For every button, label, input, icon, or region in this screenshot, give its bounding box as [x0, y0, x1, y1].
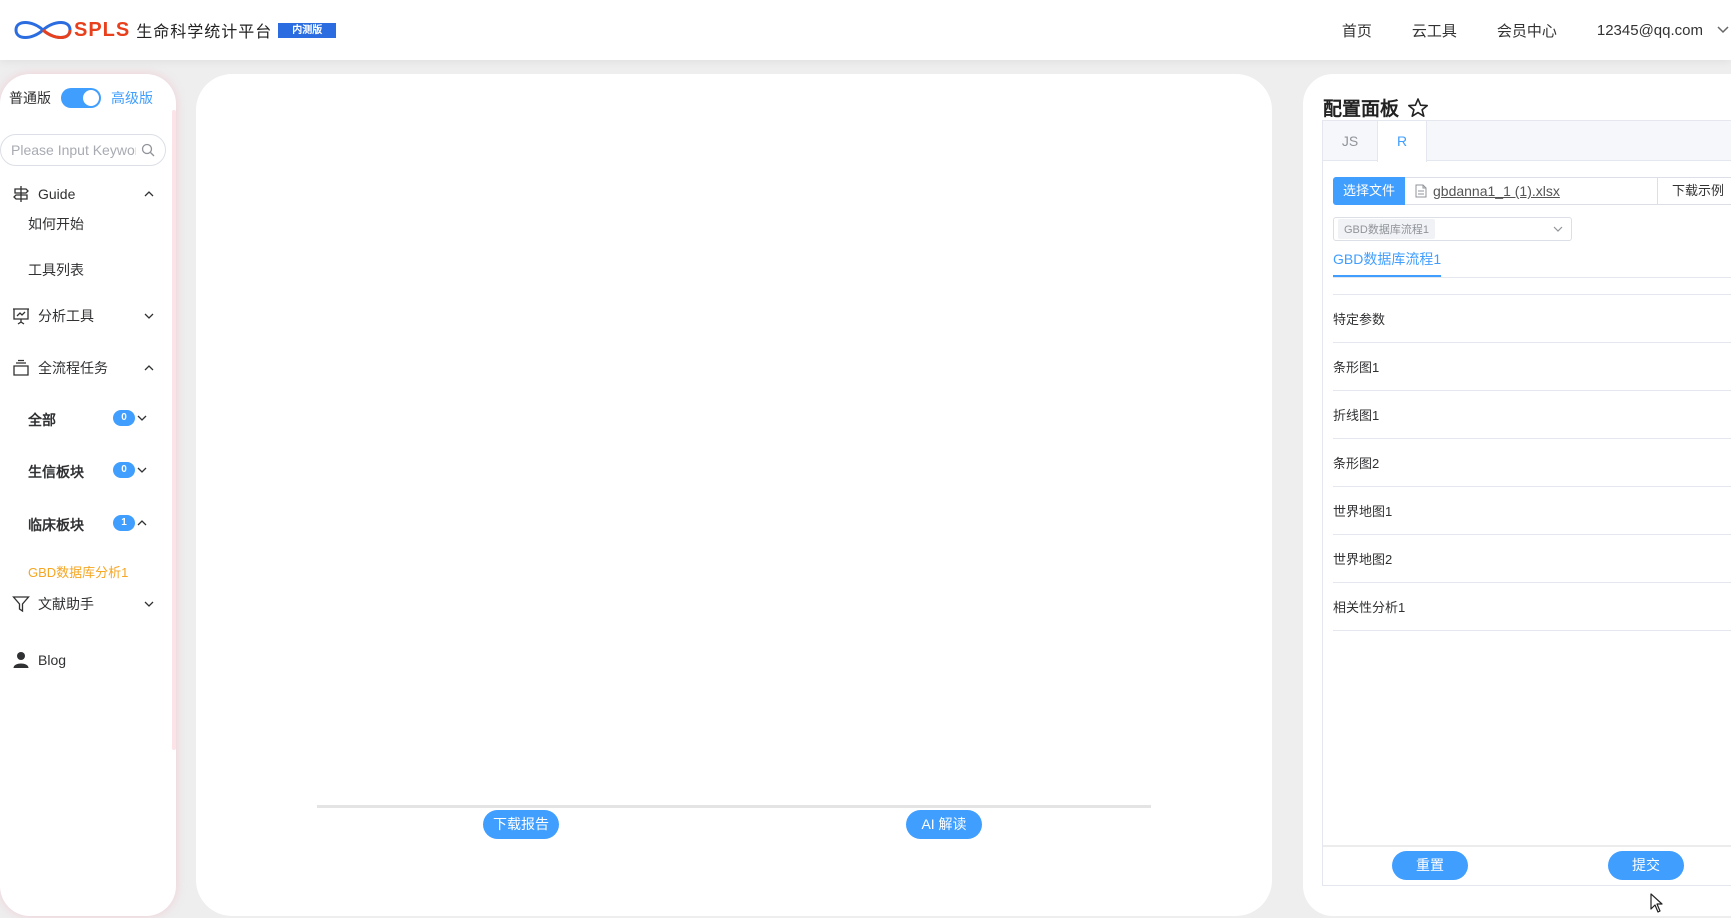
- sidebar-item-how-to-start[interactable]: 如何开始: [28, 214, 84, 234]
- footer-divider: [1323, 845, 1731, 847]
- active-tab-indicator: [1333, 275, 1441, 277]
- chevron-down-icon: [144, 601, 154, 607]
- chevron-down-icon: [1717, 26, 1729, 34]
- file-name-text: gbdanna1_1 (1).xlsx: [1433, 183, 1560, 199]
- workflow-select[interactable]: GBD数据库流程1: [1333, 217, 1572, 241]
- sidebar-scroll-edge: [172, 110, 176, 750]
- logo-platform-name: 生命科学统计平台: [136, 22, 273, 41]
- language-tabs: JS R: [1323, 121, 1731, 162]
- workflow-select-tag: GBD数据库流程1: [1338, 219, 1435, 239]
- chevron-down-icon: [144, 313, 154, 319]
- section-label: 特定参数: [1333, 312, 1386, 327]
- tab-r[interactable]: R: [1377, 121, 1427, 162]
- menu-blog[interactable]: Blog: [0, 640, 166, 680]
- chevron-up-icon: [137, 520, 147, 526]
- version-toggle-switch[interactable]: [61, 88, 101, 108]
- mode-basic-label[interactable]: 普通版: [9, 88, 51, 108]
- logo-spls-text: SPLS: [74, 18, 131, 41]
- nav-member-center[interactable]: 会员中心: [1497, 20, 1557, 41]
- result-divider: [317, 805, 1151, 808]
- section-line-chart-1[interactable]: 折线图1: [1333, 391, 1731, 439]
- tab-workflow[interactable]: GBD数据库流程1: [1333, 249, 1441, 269]
- chevron-down-icon: [137, 467, 147, 473]
- section-specific-params[interactable]: 特定参数: [1333, 295, 1731, 343]
- sidebar-item-tool-list[interactable]: 工具列表: [28, 260, 84, 280]
- top-nav: 首页 云工具 会员中心 12345@qq.com: [1342, 0, 1731, 60]
- mode-advanced-label[interactable]: 高级版: [111, 88, 153, 108]
- star-icon[interactable]: [1407, 97, 1429, 119]
- menu-workflow-label: 全流程任务: [38, 360, 108, 376]
- section-label: 条形图2: [1333, 456, 1380, 471]
- menu-guide[interactable]: Guide: [0, 174, 166, 214]
- tab-js[interactable]: JS: [1323, 121, 1377, 161]
- tab-divider: [1333, 277, 1731, 278]
- user-email: 12345@qq.com: [1596, 21, 1703, 39]
- ai-interpret-button[interactable]: AI 解读: [906, 810, 982, 839]
- workflow-group-clinical[interactable]: 临床板块: [28, 515, 84, 535]
- config-panel: 配置面板 JS R 选择文件 gbdanna1_1 (1).xlsx 下载示例 …: [1303, 74, 1731, 916]
- presentation-chart-icon: [13, 308, 29, 325]
- menu-literature-assistant[interactable]: 文献助手: [0, 584, 166, 624]
- file-upload-row: 选择文件 gbdanna1_1 (1).xlsx 下载示例: [1333, 177, 1731, 205]
- section-correlation-1[interactable]: 相关性分析1: [1333, 583, 1731, 631]
- reset-button[interactable]: 重置: [1392, 851, 1468, 880]
- infinity-logo-icon: [14, 21, 72, 39]
- logo[interactable]: SPLS 生命科学统计平台 内测版: [12, 14, 337, 46]
- chevron-down-icon: [137, 415, 147, 421]
- menu-literature-label: 文献助手: [38, 596, 94, 612]
- config-panel-title: 配置面板: [1323, 94, 1429, 121]
- sidebar: 普通版 高级版 Guide 如何开始 工具列表 分析工具 全流程任务 全部 0 …: [0, 74, 176, 916]
- chevron-up-icon: [144, 191, 154, 197]
- filter-icon: [12, 596, 30, 613]
- menu-analysis-tools[interactable]: 分析工具: [0, 296, 166, 336]
- config-box: JS R 选择文件 gbdanna1_1 (1).xlsx 下载示例 GBD数据…: [1322, 120, 1731, 886]
- count-badge: 0: [113, 462, 135, 478]
- choose-file-button[interactable]: 选择文件: [1333, 177, 1405, 205]
- menu-workflow-tasks[interactable]: 全流程任务: [0, 348, 166, 388]
- chevron-down-icon: [1553, 226, 1563, 232]
- search-input[interactable]: [11, 142, 136, 158]
- nav-home[interactable]: 首页: [1342, 20, 1372, 41]
- section-label: 相关性分析1: [1333, 600, 1406, 615]
- signpost-icon: [13, 186, 29, 202]
- document-icon: [1415, 184, 1427, 198]
- layers-icon: [13, 359, 29, 376]
- beta-badge: 内测版: [278, 22, 337, 38]
- chevron-up-icon: [144, 365, 154, 371]
- section-label: 条形图1: [1333, 360, 1380, 375]
- section-bar-chart-1[interactable]: 条形图1: [1333, 343, 1731, 391]
- config-sections: 特定参数 条形图1 折线图1 条形图2 世界地图1 世界地图2 相关性分析1: [1333, 294, 1731, 631]
- count-badge: 1: [113, 515, 135, 531]
- section-bar-chart-2[interactable]: 条形图2: [1333, 439, 1731, 487]
- result-panel: 下载报告 AI 解读: [196, 74, 1272, 916]
- section-world-map-2[interactable]: 世界地图2: [1333, 535, 1731, 583]
- download-report-button[interactable]: 下载报告: [483, 810, 559, 839]
- config-title-text: 配置面板: [1323, 99, 1400, 120]
- sidebar-item-gbd-analysis[interactable]: GBD数据库分析1: [28, 562, 128, 581]
- section-label: 折线图1: [1333, 408, 1380, 423]
- download-example-button[interactable]: 下载示例: [1658, 177, 1731, 205]
- menu-guide-label: Guide: [38, 186, 76, 202]
- submit-button[interactable]: 提交: [1608, 851, 1684, 880]
- menu-blog-label: Blog: [38, 652, 67, 668]
- section-label: 世界地图2: [1333, 552, 1393, 567]
- user-menu[interactable]: 12345@qq.com: [1597, 22, 1729, 39]
- search-icon[interactable]: [141, 143, 155, 157]
- uploaded-file[interactable]: gbdanna1_1 (1).xlsx: [1405, 177, 1658, 205]
- mouse-cursor-icon: [1650, 893, 1663, 913]
- workflow-group-bioinfo[interactable]: 生信板块: [28, 462, 84, 482]
- section-world-map-1[interactable]: 世界地图1: [1333, 487, 1731, 535]
- section-label: 世界地图1: [1333, 504, 1393, 519]
- count-badge: 0: [113, 410, 135, 426]
- workflow-group-all[interactable]: 全部: [28, 410, 56, 430]
- nav-cloud-tools[interactable]: 云工具: [1412, 20, 1457, 41]
- sidebar-search: [0, 134, 166, 166]
- menu-analysis-label: 分析工具: [38, 308, 94, 324]
- top-header: SPLS 生命科学统计平台 内测版 首页 云工具 会员中心 12345@qq.c…: [0, 0, 1731, 60]
- user-icon: [13, 652, 29, 668]
- version-toggle-row: 普通版 高级版: [9, 88, 153, 108]
